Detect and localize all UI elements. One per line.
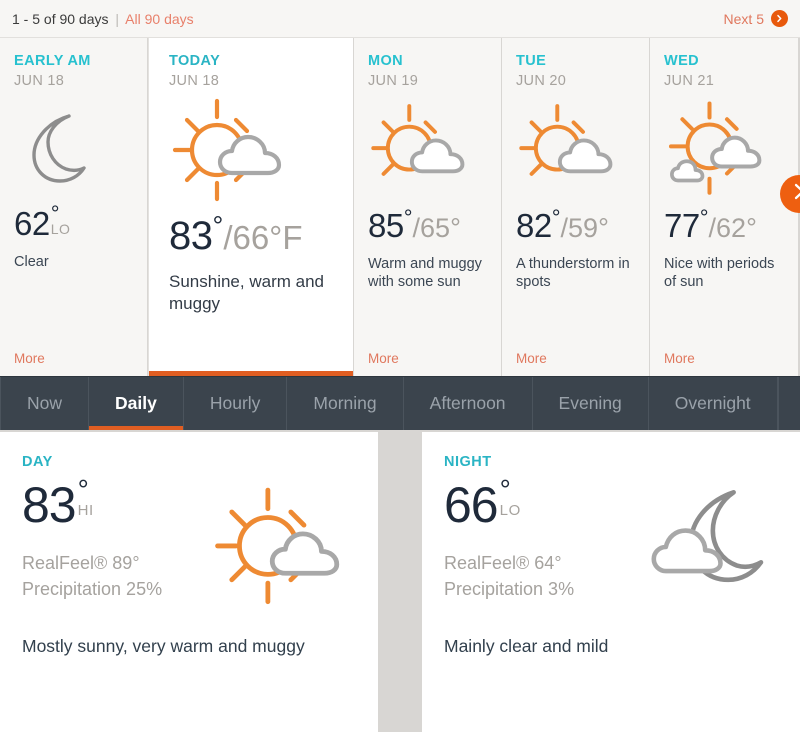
night-panel-left: 66 ° LO RealFeel® 64° Precipitation 3% — [444, 470, 628, 602]
forecast-temps: 77°/62° — [664, 204, 784, 244]
next-5-control[interactable]: Next 5 — [724, 10, 788, 27]
day-meta: RealFeel® 89° Precipitation 25% — [22, 550, 206, 602]
day-temp-suffix: HI — [77, 501, 94, 519]
forecast-degree: ° — [50, 200, 60, 226]
day-temperature: 83 ° HI — [22, 474, 206, 533]
tab-evening[interactable]: Evening — [533, 377, 649, 430]
panel-divider — [378, 432, 422, 732]
forecast-strip: EARLY AM JUN 18 62 ° LO Clear More TODAY J… — [0, 38, 800, 376]
pager-range-text: 1 - 5 of 90 days — [12, 10, 109, 27]
sun-cloud-icon — [169, 95, 335, 207]
night-realfeel: RealFeel® 64° — [444, 553, 562, 573]
forecast-temp-secondary: /66°F — [223, 218, 303, 256]
forecast-day-name: MON — [368, 53, 404, 69]
forecast-day-name: TUE — [516, 53, 547, 69]
night-temp-degree: ° — [499, 474, 511, 505]
sun-cloud-icon — [368, 97, 487, 201]
forecast-card-mon[interactable]: MON JUN 19 85°/65° Warm and muggy with s… — [354, 38, 502, 376]
forecast-phrase: Sunshine, warm and muggy — [169, 271, 324, 314]
tab-afternoon[interactable]: Afternoon — [404, 377, 533, 430]
night-temperature: 66 ° LO — [444, 474, 628, 533]
forecast-card-today[interactable]: TODAY JUN 18 83°/66°F Sunshine, warm and… — [148, 38, 354, 376]
forecast-temp-main: 82 — [516, 206, 552, 244]
night-temp-value: 66 — [444, 477, 499, 533]
moon-cloud-icon — [628, 470, 778, 610]
weather-forecast-page: 1 - 5 of 90 days | All 90 days Next 5 EA… — [0, 0, 800, 746]
forecast-temps: 82°/59° — [516, 204, 635, 244]
night-detail-panel: NIGHT 66 ° LO RealFeel® 64° Precipitation … — [422, 432, 800, 732]
forecast-day-name: EARLY AM — [14, 53, 91, 69]
forecast-temp-secondary: /65° — [412, 212, 461, 243]
forecast-degree: ° — [551, 204, 561, 230]
forecast-temp-secondary: /59° — [560, 212, 609, 243]
forecast-temp-label: LO — [50, 220, 71, 237]
day-phrase: Mostly sunny, very warm and muggy — [22, 636, 305, 656]
forecast-day-date: JUN 18 — [14, 72, 65, 89]
forecast-temps: 83°/66°F — [169, 210, 335, 258]
forecast-card-wed[interactable]: WED JUN 21 77°/62° Nice with periods of … — [650, 38, 798, 376]
day-precipitation: Precipitation 25% — [22, 579, 163, 600]
arrow-right-circle-icon — [771, 10, 788, 27]
forecast-day-date: JUN 18 — [169, 72, 220, 89]
night-precipitation: Precipitation 3% — [444, 579, 575, 600]
day-temp-degree: ° — [77, 474, 89, 505]
sun-cloud-icon — [206, 470, 356, 610]
forecast-day-name: WED — [664, 53, 700, 69]
forecast-degree: ° — [699, 204, 709, 230]
forecast-card-early-am[interactable]: EARLY AM JUN 18 62 ° LO Clear More — [0, 38, 148, 376]
tab-now[interactable]: Now — [0, 377, 90, 430]
moon-icon — [14, 97, 133, 201]
next-5-label: Next 5 — [723, 10, 764, 27]
forecast-tabs: Now Daily Hourly Morning Afternoon Eveni… — [0, 376, 800, 430]
chevron-right-icon — [792, 182, 800, 206]
forecast-phrase: A thunderstorm in spots — [516, 255, 630, 291]
all-days-link[interactable]: All 90 days — [125, 11, 193, 27]
tab-morning[interactable]: Morning — [287, 377, 404, 430]
forecast-day-date: JUN 20 — [516, 72, 567, 89]
forecast-temp-main: 62 — [14, 204, 50, 242]
night-panel-label: NIGHT — [444, 454, 492, 470]
forecast-phrase: Warm and muggy with some sun — [368, 255, 482, 291]
forecast-temp-secondary: /62° — [708, 212, 757, 243]
tabs-filler — [777, 377, 800, 430]
forecast-temps: 85°/65° — [368, 204, 487, 244]
pager-bar: 1 - 5 of 90 days | All 90 days Next 5 — [0, 0, 800, 38]
sun-two-clouds-icon — [664, 97, 784, 201]
pager-range: 1 - 5 of 90 days | All 90 days — [12, 11, 194, 27]
forecast-day-date: JUN 19 — [368, 72, 419, 89]
forecast-temp-main: 85 — [368, 206, 404, 244]
forecast-day-name: TODAY — [169, 53, 221, 69]
forecast-card-tue[interactable]: TUE JUN 20 82°/59° A thunderstorm in spo… — [502, 38, 650, 376]
day-detail-panel: DAY 83 ° HI RealFeel® 89° Precipitation 25… — [0, 432, 378, 732]
forecast-more-link[interactable]: More — [664, 343, 784, 366]
sun-cloud-icon — [516, 97, 635, 201]
day-panel-label: DAY — [22, 454, 53, 470]
forecast-degree: ° — [212, 210, 224, 241]
forecast-phrase: Nice with periods of sun — [664, 255, 775, 291]
night-temp-suffix: LO — [499, 501, 521, 519]
tab-overnight[interactable]: Overnight — [649, 377, 778, 430]
forecast-day-date: JUN 21 — [664, 72, 715, 89]
forecast-temp-main: 77 — [664, 206, 700, 244]
detail-panels: DAY 83 ° HI RealFeel® 89° Precipitation 25… — [0, 430, 800, 732]
night-meta: RealFeel® 64° Precipitation 3% — [444, 550, 628, 602]
forecast-more-link[interactable]: More — [14, 343, 133, 366]
tab-daily[interactable]: Daily — [89, 377, 184, 430]
day-temp-value: 83 — [22, 477, 77, 533]
pager-separator: | — [115, 10, 120, 27]
night-phrase: Mainly clear and mild — [444, 636, 609, 656]
night-panel-row: 66 ° LO RealFeel® 64° Precipitation 3% — [444, 470, 778, 610]
forecast-degree: ° — [403, 204, 413, 230]
day-realfeel: RealFeel® 89° — [22, 553, 140, 573]
day-panel-row: 83 ° HI RealFeel® 89° Precipitation 25% — [22, 470, 356, 610]
forecast-temps: 62 ° LO — [14, 200, 133, 242]
forecast-more-link[interactable]: More — [516, 343, 635, 366]
tab-hourly[interactable]: Hourly — [184, 377, 288, 430]
day-panel-left: 83 ° HI RealFeel® 89° Precipitation 25% — [22, 470, 206, 602]
forecast-more-link[interactable]: More — [368, 343, 487, 366]
forecast-phrase: Clear — [14, 253, 49, 270]
forecast-temp-main: 83 — [169, 213, 213, 258]
